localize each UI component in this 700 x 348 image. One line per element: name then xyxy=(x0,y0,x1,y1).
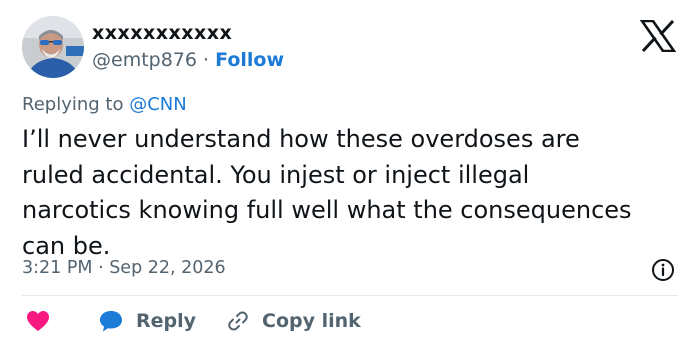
link-icon xyxy=(228,311,248,331)
reply-context: Replying to @CNN xyxy=(22,94,187,115)
reply-mention[interactable]: @CNN xyxy=(129,94,187,115)
avatar-photo xyxy=(22,16,84,78)
meta-separator: · xyxy=(203,49,210,71)
reply-label: Reply xyxy=(136,310,197,332)
avatar[interactable] xyxy=(22,16,84,78)
tweet-card: xxxxxxxxxxx @emtp876 · Follow Replying t… xyxy=(0,0,700,348)
author-meta: @emtp876 · Follow xyxy=(92,49,284,71)
action-bar: Reply Copy link xyxy=(22,306,361,336)
heart-icon xyxy=(27,311,49,331)
author-handle[interactable]: @emtp876 xyxy=(92,49,197,71)
copy-link-label: Copy link xyxy=(262,310,361,332)
divider xyxy=(22,295,678,296)
x-logo-icon[interactable] xyxy=(639,19,677,53)
reply-button[interactable]: Reply xyxy=(98,309,196,333)
info-icon[interactable] xyxy=(651,258,675,282)
copy-link-button[interactable]: Copy link xyxy=(226,309,361,333)
tweet-timestamp[interactable]: 3:21 PM · Sep 22, 2026 xyxy=(22,258,226,278)
tweet-text: I’ll never understand how these overdose… xyxy=(22,125,632,260)
speech-bubble-icon xyxy=(100,311,122,332)
author-name[interactable]: xxxxxxxxxxx xyxy=(92,22,232,44)
follow-button[interactable]: Follow xyxy=(215,49,284,71)
like-button[interactable] xyxy=(26,310,50,332)
replying-prefix: Replying to xyxy=(22,94,124,115)
